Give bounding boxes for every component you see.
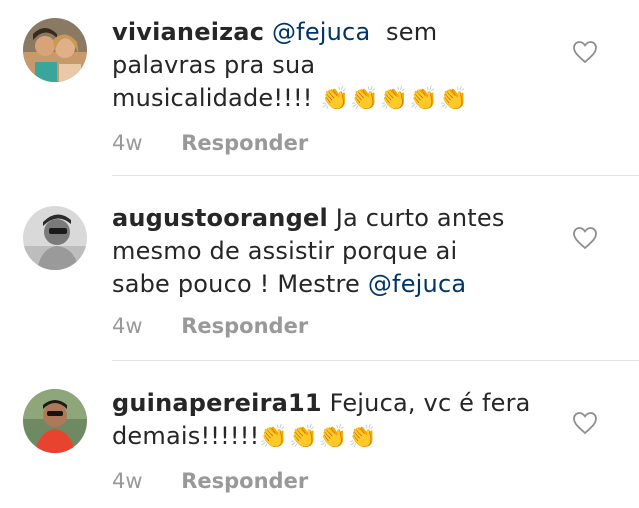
comment-body-line1: sem (370, 18, 438, 46)
comment-meta: 4w Responder (112, 469, 308, 493)
comment-mention[interactable]: @fejuca (272, 18, 370, 46)
comment-item: guinapereira11 Fejuca, vc é fera demais!… (0, 361, 639, 508)
comment-meta: 4w Responder (112, 131, 308, 155)
reply-button[interactable]: Responder (181, 131, 308, 155)
comment-body-line3: sabe pouco ! Mestre (112, 270, 368, 298)
comment-item: vivianeizac @fejuca sem palavras pra sua… (0, 0, 639, 175)
comment-emoji: 👏👏👏👏👏 (320, 86, 469, 112)
comment-text: augustoorangel Ja curto antes mesmo de a… (112, 202, 542, 301)
comment-text: vivianeizac @fejuca sem palavras pra sua… (112, 16, 542, 116)
comment-username[interactable]: augustoorangel (112, 204, 328, 232)
comment-body-line1: Ja curto antes (327, 204, 505, 232)
comment-meta: 4w Responder (112, 314, 308, 338)
comment-time: 4w (112, 314, 143, 338)
heart-outline-icon[interactable] (572, 411, 598, 435)
comment-username[interactable]: vivianeizac (112, 18, 264, 46)
comment-mention[interactable]: @fejuca (368, 270, 466, 298)
reply-button[interactable]: Responder (181, 469, 308, 493)
comment-body-line1: Fejuca, vc é fera (321, 389, 531, 417)
heart-outline-icon[interactable] (572, 226, 598, 250)
comment-item: augustoorangel Ja curto antes mesmo de a… (0, 176, 639, 360)
comment-time: 4w (112, 469, 143, 493)
comment-body-line3: musicalidade!!!! (112, 84, 321, 112)
comment-body-line2: demais!!!!!! (112, 422, 260, 450)
comment-text: guinapereira11 Fejuca, vc é fera demais!… (112, 387, 542, 454)
avatar[interactable] (23, 206, 87, 270)
comment-emoji: 👏👏👏👏 (259, 424, 378, 450)
comment-body-line2: mesmo de assistir porque ai (112, 237, 458, 265)
reply-button[interactable]: Responder (181, 314, 308, 338)
comment-username[interactable]: guinapereira11 (112, 389, 322, 417)
avatar[interactable] (23, 18, 87, 82)
avatar[interactable] (23, 389, 87, 453)
comment-time: 4w (112, 131, 143, 155)
heart-outline-icon[interactable] (572, 40, 598, 64)
comment-body-line2: palavras pra sua (112, 51, 316, 79)
